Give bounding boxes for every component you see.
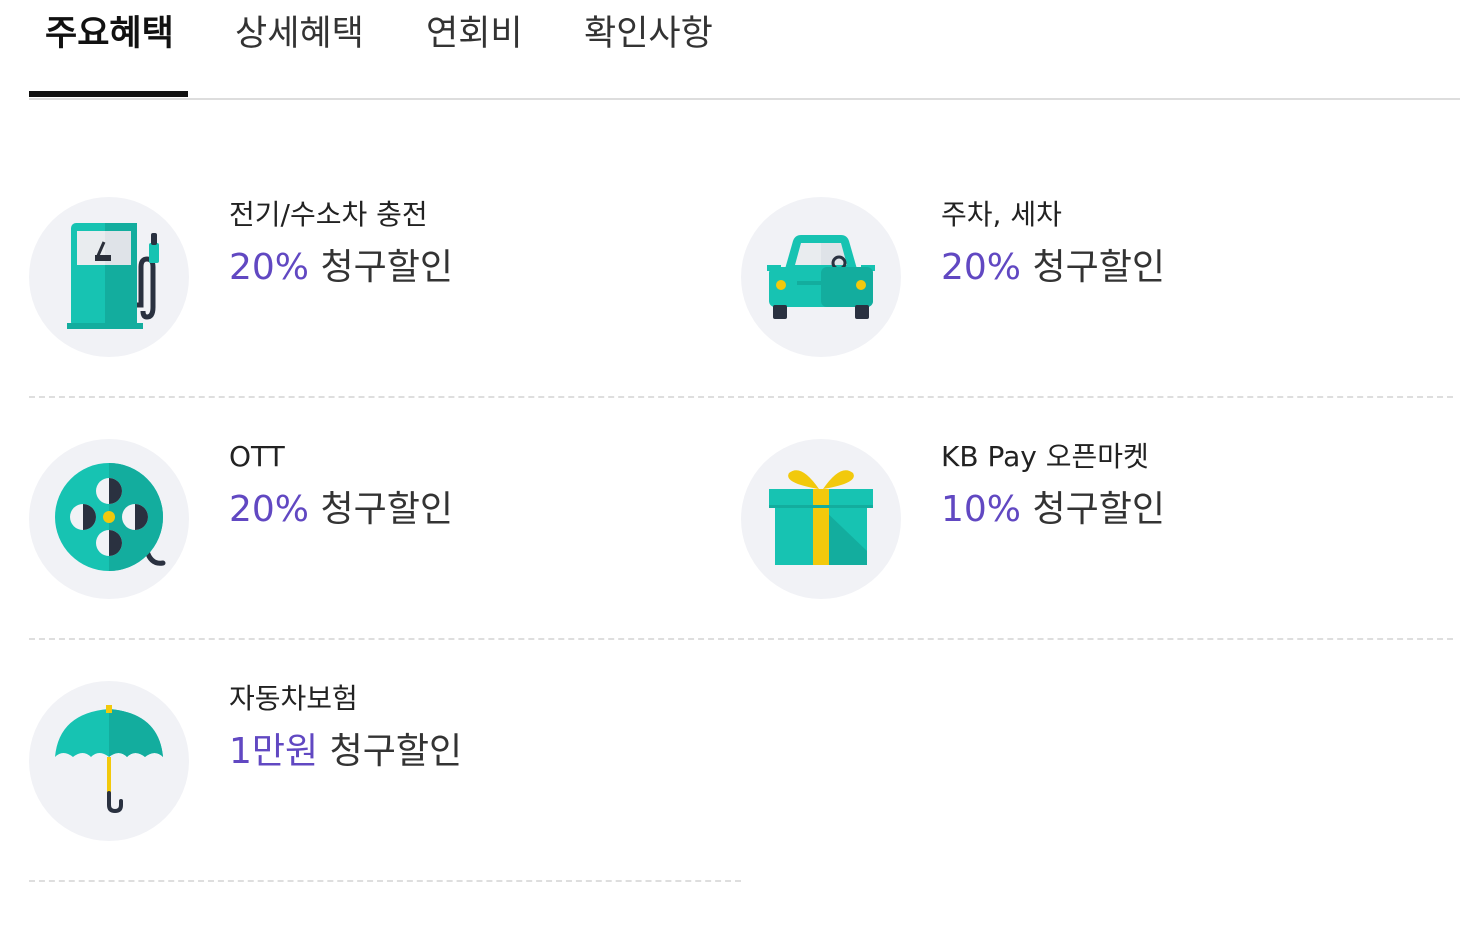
benefit-title: OTT xyxy=(229,440,285,473)
active-tab-indicator xyxy=(29,91,188,97)
gift-box-icon xyxy=(741,439,901,599)
benefit-ott: OTT 20% 청구할인 xyxy=(29,439,729,609)
discount-value: 1만원 xyxy=(229,731,319,772)
benefit-car-insurance: 자동차보험 1만원 청구할인 xyxy=(29,681,729,851)
benefit-discount: 20% 청구할인 xyxy=(229,245,453,291)
discount-value: 20% xyxy=(229,489,310,530)
benefit-discount: 20% 청구할인 xyxy=(229,487,453,533)
discount-value: 20% xyxy=(941,247,1022,288)
row-divider xyxy=(29,396,1453,398)
discount-suffix: 청구할인 xyxy=(1032,247,1165,288)
benefit-parking-carwash: 주차, 세차 20% 청구할인 xyxy=(741,197,1441,367)
benefit-discount: 10% 청구할인 xyxy=(941,487,1165,533)
benefit-tabs: 주요혜택 상세혜택 연회비 확인사항 xyxy=(29,0,1460,100)
discount-suffix: 청구할인 xyxy=(320,489,453,530)
umbrella-icon xyxy=(29,681,189,841)
fuel-pump-icon xyxy=(29,197,189,357)
discount-suffix: 청구할인 xyxy=(320,247,453,288)
benefit-title: 주차, 세차 xyxy=(941,198,1062,231)
film-reel-icon xyxy=(29,439,189,599)
benefit-discount: 1만원 청구할인 xyxy=(229,729,462,775)
discount-suffix: 청구할인 xyxy=(329,731,463,772)
tab-main-benefits[interactable]: 주요혜택 xyxy=(45,12,174,56)
discount-suffix: 청구할인 xyxy=(1032,489,1165,530)
benefit-ev-charging: 전기/수소차 충전 20% 청구할인 xyxy=(29,197,729,367)
benefit-title: 전기/수소차 충전 xyxy=(229,198,428,231)
car-icon xyxy=(741,197,901,357)
discount-value: 10% xyxy=(941,489,1022,530)
row-divider xyxy=(29,638,1453,640)
tab-detail-benefits[interactable]: 상세혜택 xyxy=(235,12,364,56)
tab-annual-fee[interactable]: 연회비 xyxy=(426,12,523,56)
benefit-title: KB Pay 오픈마켓 xyxy=(941,440,1149,473)
card-benefits-page: 주요혜택 상세혜택 연회비 확인사항 전기/수소차 충전 20% 청구할인 주차… xyxy=(0,0,1460,943)
tab-notices[interactable]: 확인사항 xyxy=(584,12,713,56)
benefit-discount: 20% 청구할인 xyxy=(941,245,1165,291)
benefit-title: 자동차보험 xyxy=(229,682,358,715)
benefit-kbpay-openmarket: KB Pay 오픈마켓 10% 청구할인 xyxy=(741,439,1441,609)
row-divider xyxy=(29,880,741,882)
discount-value: 20% xyxy=(229,247,310,288)
